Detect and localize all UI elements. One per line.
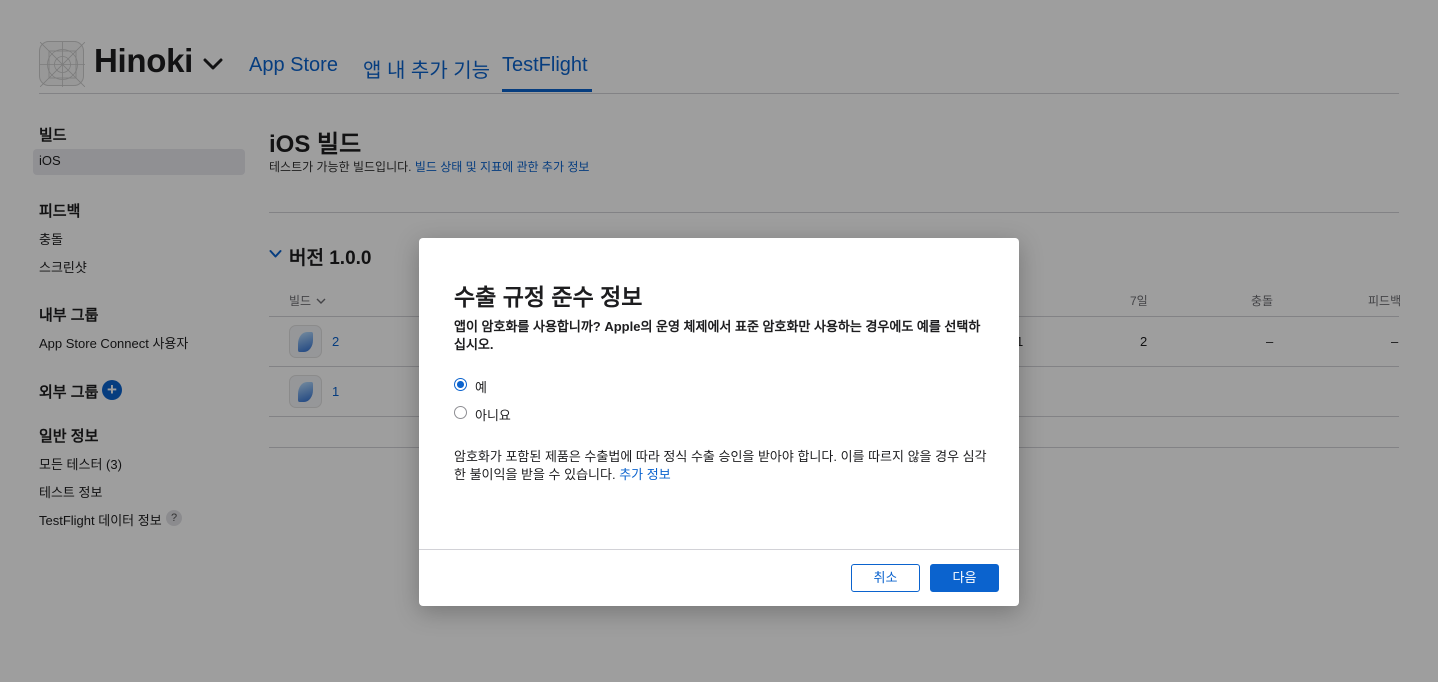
export-compliance-dialog: 수출 규정 준수 정보 앱이 암호화를 사용합니까? Apple의 운영 체제에…	[419, 238, 1019, 606]
testflight-page: Hinoki App Store 앱 내 추가 기능 TestFlight 빌드…	[0, 0, 1438, 682]
dialog-footer-divider	[419, 549, 1019, 550]
encryption-question: 앱이 암호화를 사용합니까? Apple의 운영 체제에서 표준 암호화만 사용…	[454, 319, 981, 352]
dialog-title: 수출 규정 준수 정보	[454, 284, 643, 310]
radio-no[interactable]	[454, 406, 467, 419]
export-law-note: 암호화가 포함된 제품은 수출법에 따라 정식 수출 승인을 받아야 합니다. …	[454, 448, 989, 484]
next-button[interactable]: 다음	[930, 564, 999, 592]
more-info-link[interactable]: 추가 정보	[619, 467, 670, 482]
radio-yes-label[interactable]: 예	[475, 377, 487, 396]
radio-no-label[interactable]: 아니요	[475, 405, 511, 424]
note-text: 암호화가 포함된 제품은 수출법에 따라 정식 수출 승인을 받아야 합니다. …	[454, 449, 987, 482]
cancel-button[interactable]: 취소	[851, 564, 920, 592]
radio-yes[interactable]	[454, 378, 467, 391]
